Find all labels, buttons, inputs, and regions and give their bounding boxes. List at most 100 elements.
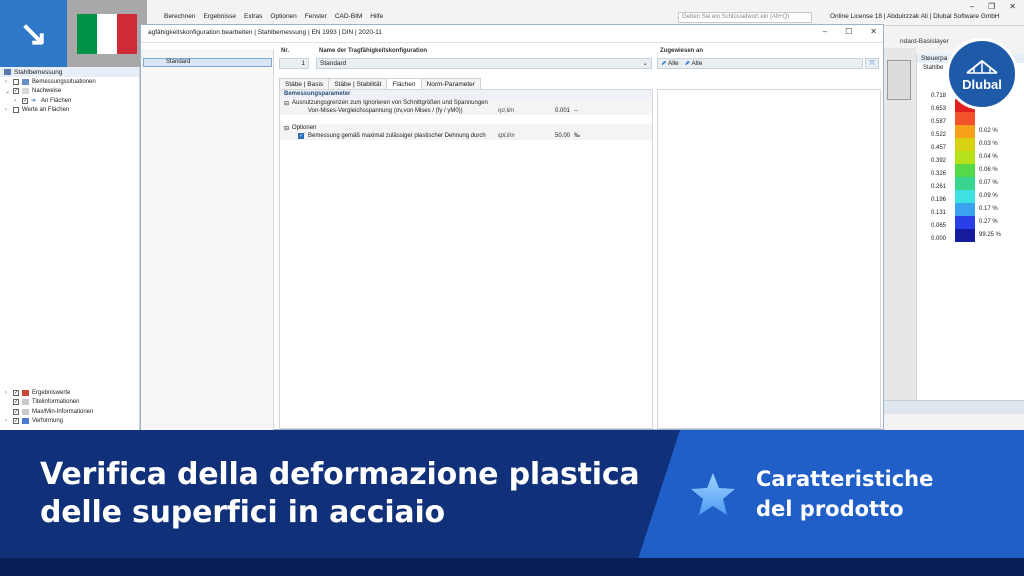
restore-icon[interactable]: ❐ bbox=[988, 2, 995, 11]
window-controls: – ❐ ✕ bbox=[970, 2, 1016, 11]
dlubal-logo: Dlubal bbox=[946, 38, 1018, 110]
maximize-icon[interactable]: ☐ bbox=[845, 27, 852, 36]
checkbox[interactable]: ✓ bbox=[13, 408, 19, 415]
banner-title: Verifica della deformazione plastica del… bbox=[40, 457, 640, 530]
plastic-strain-unit: ‰ bbox=[574, 133, 580, 139]
tab-norm-parameter[interactable]: Norm-Parameter bbox=[420, 78, 481, 89]
nav-item-bemessungssituationen[interactable]: › Bemessungssituationen bbox=[0, 77, 139, 87]
dialog-tabs: Stäbe | Basis Stäbe | Stabilität Flächen… bbox=[279, 78, 481, 89]
legend-value: 0.196 bbox=[931, 197, 947, 203]
select-icon[interactable]: ⤧ bbox=[865, 58, 879, 69]
plastic-strain-checkbox[interactable]: ✓ bbox=[298, 133, 304, 139]
situation-icon bbox=[22, 78, 29, 85]
title-info-icon bbox=[22, 399, 29, 406]
menu-ergebnisse[interactable]: Ergebnisse bbox=[203, 13, 236, 20]
nav-item-ergebniswerte[interactable]: › ✓ Ergebniswerte bbox=[0, 388, 140, 398]
expand-icon[interactable]: › bbox=[5, 107, 10, 113]
legend-value: 0.587 bbox=[931, 119, 947, 125]
checkbox[interactable]: ✓ bbox=[13, 399, 19, 406]
legend-value: 0.131 bbox=[931, 210, 947, 216]
steel-design-icon bbox=[4, 69, 11, 75]
navigator-title: Stahlbemessung bbox=[0, 67, 139, 77]
expand-icon[interactable]: › bbox=[5, 418, 10, 424]
chevron-down-icon: ⌄ bbox=[642, 60, 648, 67]
tab-staebe-stabilitaet[interactable]: Stäbe | Stabilität bbox=[328, 78, 388, 89]
legend-value: 0.392 bbox=[931, 158, 947, 164]
legend-row: 0.587 0.02 % bbox=[917, 119, 1024, 138]
legend-value: 0.000 bbox=[931, 236, 947, 242]
collapse-icon[interactable]: ⊟ bbox=[284, 125, 289, 132]
arrow-down-right-icon: ↘ bbox=[0, 0, 67, 67]
legend-value: 0.718 bbox=[931, 93, 947, 99]
von-mises-value[interactable]: 0.001 bbox=[536, 108, 570, 114]
nav-item-verformung[interactable]: › ✓ Verformung bbox=[0, 417, 140, 427]
expand-icon[interactable]: › bbox=[5, 79, 10, 85]
minimize-icon[interactable]: – bbox=[970, 2, 974, 11]
surface-icon: ⬈ bbox=[684, 60, 691, 67]
group-options[interactable]: ⊟ Optionen bbox=[280, 124, 652, 132]
section-title: Bemessungsparameter bbox=[280, 90, 652, 99]
nav-item-an-flaechen[interactable]: › ✓ ➔ An Flächen bbox=[0, 96, 139, 106]
menu-berechnen[interactable]: Berechnen bbox=[164, 13, 195, 20]
checkbox[interactable] bbox=[13, 78, 19, 85]
checkbox[interactable]: ✓ bbox=[13, 389, 19, 396]
von-mises-symbol: ησ,lim bbox=[498, 108, 515, 114]
legend-row: 0.131 0.27 % bbox=[917, 210, 1024, 229]
layer-dropdown[interactable]: ndard-Basislayer bbox=[900, 38, 949, 45]
bridge-icon bbox=[966, 59, 998, 74]
checkbox[interactable] bbox=[13, 107, 19, 114]
von-mises-label: Von-Mises-Vergleichsspannung (σv,von Mis… bbox=[308, 108, 463, 114]
minimize-icon[interactable]: – bbox=[823, 27, 827, 36]
legend-row: 0.000 bbox=[917, 236, 1024, 249]
nav-item-titelinformationen[interactable]: ✓ Titelinformationen bbox=[0, 398, 140, 408]
checkbox[interactable]: ✓ bbox=[13, 88, 19, 95]
brand-name: Dlubal bbox=[962, 76, 1002, 92]
search-input[interactable]: Geben Sie ein Schlüsselwort ein (Alt+Q) bbox=[678, 12, 812, 23]
model-viewport[interactable] bbox=[884, 48, 916, 400]
menu-fenster[interactable]: Fenster bbox=[305, 13, 327, 20]
close-icon[interactable]: ✕ bbox=[1009, 2, 1016, 11]
plastic-strain-label: Bemessung gemäß maximal zulässiger plast… bbox=[308, 133, 486, 139]
legend-value: 0.261 bbox=[931, 184, 947, 190]
expand-icon[interactable]: › bbox=[5, 390, 10, 396]
dialog-title-bar: agfähigkeitskonfiguration bearbeiten | S… bbox=[141, 25, 883, 43]
status-bar bbox=[884, 400, 1024, 414]
collapse-icon[interactable]: ⊟ bbox=[284, 100, 289, 107]
legend-row: 0.522 0.03 % bbox=[917, 132, 1024, 151]
nav-item-werte-an-flaechen[interactable]: › Werte an Flächen bbox=[0, 106, 139, 116]
collapse-icon[interactable]: ⌄ bbox=[5, 88, 10, 95]
number-label: Nr. bbox=[281, 48, 290, 54]
check-icon bbox=[22, 88, 29, 95]
assigned-label: Zugewiesen an bbox=[660, 48, 704, 54]
von-mises-unit: -- bbox=[574, 108, 578, 114]
checkbox[interactable]: ✓ bbox=[13, 418, 19, 425]
checkbox[interactable]: ✓ bbox=[22, 97, 28, 104]
legend-row: 0.326 0.07 % bbox=[917, 171, 1024, 190]
tab-flaechen[interactable]: Flächen bbox=[386, 78, 422, 89]
close-icon[interactable]: ✕ bbox=[870, 27, 877, 36]
menu-extras[interactable]: Extras bbox=[244, 13, 262, 20]
dialog-controls: – ☐ ✕ bbox=[823, 27, 877, 36]
assigned-field[interactable]: ⬈ Alle ⬈ Alle bbox=[657, 58, 863, 69]
menu-cad-bim[interactable]: CAD-BIM bbox=[335, 13, 362, 20]
legend-row: 0.392 0.06 % bbox=[917, 158, 1024, 177]
expand-icon[interactable]: › bbox=[14, 98, 19, 104]
tab-staebe-basis[interactable]: Stäbe | Basis bbox=[279, 78, 330, 89]
info-panel bbox=[657, 89, 881, 429]
row-von-mises: Von-Mises-Vergleichsspannung (σv,von Mis… bbox=[280, 107, 652, 116]
menu-hilfe[interactable]: Hilfe bbox=[370, 13, 383, 20]
dialog-title: agfähigkeitskonfiguration bearbeiten | S… bbox=[148, 29, 382, 36]
name-dropdown[interactable]: Standard ⌄ bbox=[316, 58, 652, 69]
configuration-list-item[interactable]: Standard bbox=[143, 58, 272, 67]
group-limits[interactable]: ⊟ Ausnutzungsgrenzen zum Ignorieren von … bbox=[280, 99, 652, 107]
language-flag-block bbox=[67, 0, 147, 67]
bottom-strip bbox=[0, 558, 1024, 576]
legend-value: 0.326 bbox=[931, 171, 947, 177]
number-field[interactable]: 1 bbox=[279, 58, 309, 69]
nav-item-nachweise[interactable]: ⌄ ✓ Nachweise bbox=[0, 87, 139, 97]
name-label: Name der Tragfähigkeitskonfiguration bbox=[319, 48, 428, 54]
plastic-strain-value[interactable]: 50.00 bbox=[536, 133, 570, 139]
menu-optionen[interactable]: Optionen bbox=[270, 13, 296, 20]
nav-item-maxmin[interactable]: ✓ Max/Min-Informationen bbox=[0, 407, 140, 417]
app-toolbar: Berechnen Ergebnisse Extras Optionen Fen… bbox=[0, 0, 1024, 26]
